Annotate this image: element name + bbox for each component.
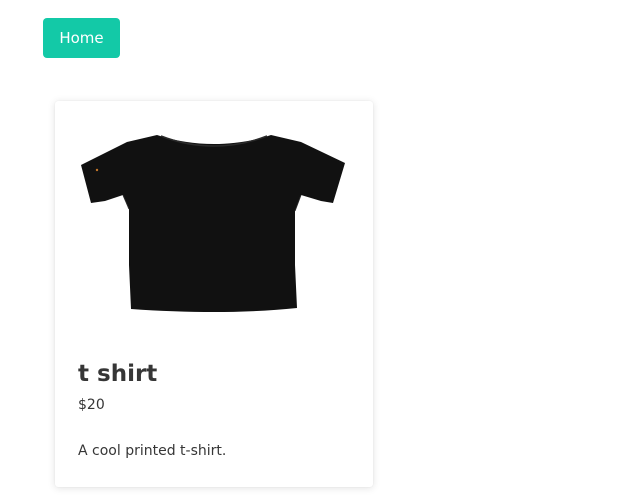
t-shirt-body [81, 135, 345, 312]
product-description: A cool printed t-shirt. [78, 443, 227, 459]
t-shirt-image [81, 135, 345, 312]
product-name: t shirt [78, 361, 158, 387]
product-price: $20 [78, 397, 105, 413]
product-card: t shirt $20 A cool printed t-shirt. [55, 101, 373, 487]
t-shirt-print-dot [95, 168, 99, 172]
home-button[interactable]: Home [43, 18, 120, 58]
